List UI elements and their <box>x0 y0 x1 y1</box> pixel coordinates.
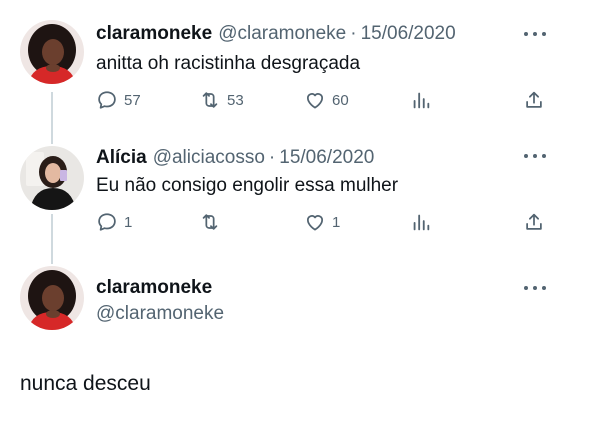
handle[interactable]: @claramoneke <box>96 302 224 326</box>
tweet-text: Eu não consigo engolir essa mulher <box>96 175 399 196</box>
reply-icon <box>98 213 116 231</box>
reply-count: 1 <box>124 213 133 231</box>
separator: · <box>268 147 276 168</box>
thread-connector-1 <box>51 92 53 144</box>
tweet-date[interactable]: 15/06/2020 <box>279 146 374 170</box>
thread-connector-2 <box>51 214 53 264</box>
display-name[interactable]: Alícia <box>96 146 147 170</box>
avatar[interactable] <box>20 146 84 210</box>
tweet-text: nunca desceu <box>20 372 151 395</box>
share-button[interactable] <box>523 88 545 112</box>
display-name[interactable]: claramoneke <box>96 276 212 300</box>
views-button[interactable] <box>410 210 432 234</box>
share-button[interactable] <box>523 210 545 234</box>
share-icon <box>526 91 542 108</box>
like-button[interactable]: 60 <box>304 88 349 112</box>
retweet-button[interactable] <box>199 210 227 234</box>
reply-button[interactable]: 57 <box>96 88 141 112</box>
handle[interactable]: @claramoneke <box>218 22 346 46</box>
tweet-text: anitta oh racistinha desgraçada <box>96 53 361 74</box>
retweet-count: 53 <box>227 91 244 109</box>
handle[interactable]: @aliciacosso <box>153 146 265 170</box>
avatar[interactable] <box>20 20 84 84</box>
more-icon[interactable] <box>524 278 546 298</box>
separator: · <box>350 23 357 44</box>
retweet-icon <box>202 92 218 108</box>
retweet-button[interactable]: 53 <box>199 88 244 112</box>
like-button[interactable]: 1 <box>304 210 340 234</box>
views-icon <box>413 92 430 109</box>
like-icon <box>306 215 324 231</box>
more-icon[interactable] <box>524 146 546 166</box>
reply-count: 57 <box>124 91 141 109</box>
tweet-date[interactable]: 15/06/2020 <box>361 22 456 46</box>
views-button[interactable] <box>410 88 432 112</box>
tweet-header: Alícia @aliciacosso · 15/06/2020 <box>96 146 374 170</box>
views-icon <box>413 214 430 231</box>
tweet-header: claramoneke @claramoneke · 15/06/2020 <box>96 22 456 46</box>
avatar[interactable] <box>20 266 84 330</box>
like-count: 1 <box>332 213 341 231</box>
like-count: 60 <box>332 91 349 109</box>
more-icon[interactable] <box>524 24 546 44</box>
retweet-icon <box>202 214 218 230</box>
share-icon <box>526 213 542 230</box>
reply-icon <box>98 91 116 109</box>
display-name[interactable]: claramoneke <box>96 22 212 46</box>
like-icon <box>306 93 324 109</box>
reply-button[interactable]: 1 <box>96 210 132 234</box>
